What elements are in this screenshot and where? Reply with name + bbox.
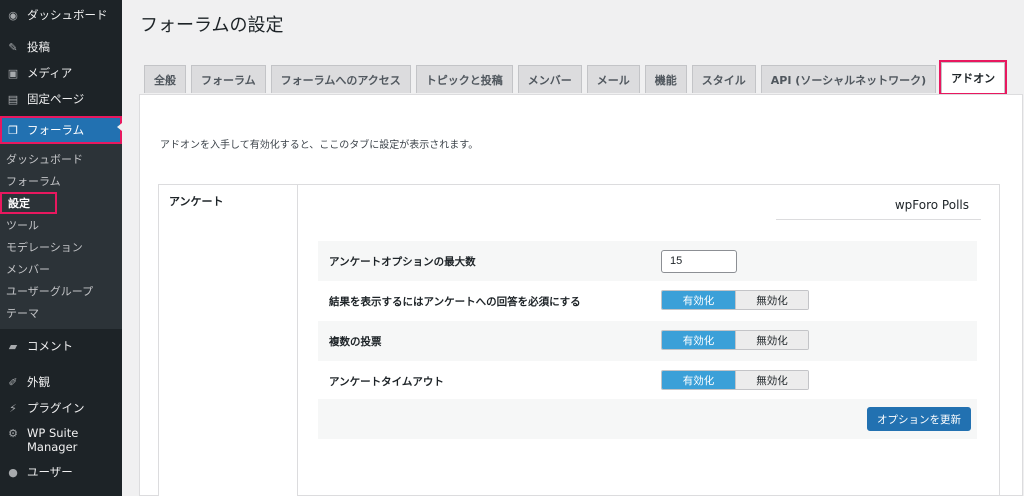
submenu-item-forums[interactable]: フォーラム <box>0 170 122 192</box>
option-row-multiple-votes: 複数の投票 有効化 無効化 <box>318 321 977 361</box>
submenu-item-settings[interactable]: 設定 <box>0 192 122 214</box>
sidebar-item-label: コメント <box>27 339 73 353</box>
sidebar-item-media[interactable]: ▣ メディア <box>0 62 122 84</box>
gear-icon: ⚙ <box>8 426 18 440</box>
addon-settings-box: アンケート wpForo Polls アンケートオプションの最大数 結果を表示す… <box>158 184 1000 496</box>
addons-description: アドオンを入手して有効化すると、ここのタブに設定が表示されます。 <box>160 140 479 151</box>
sidebar-item-label: 投稿 <box>27 40 50 54</box>
sidebar-item-comments[interactable]: ▰ コメント <box>0 335 122 357</box>
option-row-poll-timeout: アンケートタイムアウト 有効化 無効化 <box>318 361 977 401</box>
option-label: アンケートオプションの最大数 <box>329 255 476 268</box>
brush-icon: ✐ <box>8 375 18 389</box>
tab-email[interactable]: メール <box>586 65 640 93</box>
sidebar-item-label: ユーザー <box>27 465 73 479</box>
option-label: アンケートタイムアウト <box>329 375 444 388</box>
addon-nav-item-polls[interactable]: アンケート <box>169 193 224 209</box>
sidebar-item-label: ダッシュボード <box>27 8 108 22</box>
sidebar-item-users[interactable]: ● ユーザー <box>0 461 122 483</box>
tab-members[interactable]: メンバー <box>517 65 582 93</box>
sidebar-item-label: プラグイン <box>27 401 85 415</box>
settings-tabs: 全般 フォーラム フォーラムへのアクセス トピックと投稿 メンバー メール 機能… <box>144 60 1010 95</box>
addon-title: wpForo Polls <box>776 198 981 220</box>
main-content: フォーラムの設定 全般 フォーラム フォーラムへのアクセス トピックと投稿 メン… <box>122 0 1024 496</box>
forum-icon: ❐ <box>8 123 18 137</box>
sidebar-item-forum[interactable]: ❐ フォーラム <box>0 116 122 144</box>
page-icon: ▤ <box>7 92 19 106</box>
option-row-max-options: アンケートオプションの最大数 <box>318 241 977 281</box>
option-label: 複数の投票 <box>329 335 382 348</box>
media-icon: ▣ <box>7 66 19 80</box>
submenu-item-dashboard[interactable]: ダッシュボード <box>0 148 122 170</box>
submenu-item-usergroups[interactable]: ユーザーグループ <box>0 280 122 302</box>
tab-styles[interactable]: スタイル <box>691 65 756 93</box>
save-row: オプションを更新 <box>318 399 977 439</box>
settings-panel: アドオンを入手して有効化すると、ここのタブに設定が表示されます。 アンケート w… <box>139 94 1023 496</box>
disable-button[interactable]: 無効化 <box>735 291 808 309</box>
tab-features[interactable]: 機能 <box>644 65 687 93</box>
sidebar-item-appearance[interactable]: ✐ 外観 <box>0 371 122 393</box>
sidebar-item-label: フォーラム <box>27 123 85 137</box>
page-title: フォーラムの設定 <box>140 15 284 36</box>
enable-button[interactable]: 有効化 <box>662 331 735 349</box>
user-icon: ● <box>8 465 18 479</box>
enable-button[interactable]: 有効化 <box>662 291 735 309</box>
tab-addons[interactable]: アドオン <box>939 60 1008 95</box>
multiple-votes-toggle: 有効化 無効化 <box>661 330 809 350</box>
enable-button[interactable]: 有効化 <box>662 371 735 389</box>
submenu-item-members[interactable]: メンバー <box>0 258 122 280</box>
require-vote-toggle: 有効化 無効化 <box>661 290 809 310</box>
sidebar-item-label: 外観 <box>27 375 50 389</box>
option-row-require-vote: 結果を表示するにはアンケートへの回答を必須にする 有効化 無効化 <box>318 281 977 321</box>
sidebar-item-pages[interactable]: ▤ 固定ページ <box>0 88 122 110</box>
tab-forum-access[interactable]: フォーラムへのアクセス <box>270 65 411 93</box>
update-options-button[interactable]: オプションを更新 <box>867 407 971 431</box>
disable-button[interactable]: 無効化 <box>735 371 808 389</box>
sidebar-item-label: 固定ページ <box>27 92 85 106</box>
plugin-icon: ⚡ <box>9 401 17 415</box>
submenu-item-themes[interactable]: テーマ <box>0 302 122 324</box>
submenu-item-tools[interactable]: ツール <box>0 214 122 236</box>
submenu-item-moderation[interactable]: モデレーション <box>0 236 122 258</box>
forum-submenu: ダッシュボード フォーラム 設定 ツール モデレーション メンバー ユーザーグル… <box>0 144 122 329</box>
comment-icon: ▰ <box>8 339 18 353</box>
tab-topics-posts[interactable]: トピックと投稿 <box>415 65 513 93</box>
tab-general[interactable]: 全般 <box>144 65 186 93</box>
poll-timeout-toggle: 有効化 無効化 <box>661 370 809 390</box>
option-label: 結果を表示するにはアンケートへの回答を必須にする <box>329 295 581 308</box>
sidebar-item-wp-suite-manager[interactable]: ⚙ WP Suite Manager <box>0 423 122 457</box>
admin-sidebar: ◉ ダッシュボード ✎ 投稿 ▣ メディア ▤ 固定ページ ❐ フォーラム ダッ… <box>0 0 122 496</box>
sidebar-item-dashboard[interactable]: ◉ ダッシュボード <box>0 4 122 26</box>
dashboard-icon: ◉ <box>8 8 18 22</box>
max-options-input[interactable] <box>661 249 737 273</box>
sidebar-item-plugins[interactable]: ⚡ プラグイン <box>0 397 122 419</box>
addon-side-nav: アンケート <box>159 185 298 496</box>
pin-icon: ✎ <box>8 40 18 54</box>
tab-api[interactable]: API (ソーシャルネットワーク) <box>760 65 937 93</box>
disable-button[interactable]: 無効化 <box>735 331 808 349</box>
tab-forums[interactable]: フォーラム <box>191 65 266 93</box>
sidebar-item-label: メディア <box>27 66 73 80</box>
sidebar-item-posts[interactable]: ✎ 投稿 <box>0 36 122 58</box>
